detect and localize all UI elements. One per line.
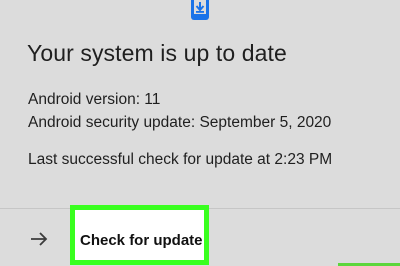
check-for-update-label: Check for update	[80, 232, 203, 249]
arrow-right-icon	[31, 232, 48, 246]
page-title: Your system is up to date	[27, 40, 287, 66]
system-update-icon	[191, 0, 209, 20]
check-for-update-button[interactable]: Check for update	[70, 205, 209, 265]
security-update-text: Android security update: September 5, 20…	[28, 114, 332, 131]
last-check-text: Last successful check for update at 2:23…	[28, 151, 333, 168]
android-version-text: Android version: 11	[28, 91, 161, 108]
